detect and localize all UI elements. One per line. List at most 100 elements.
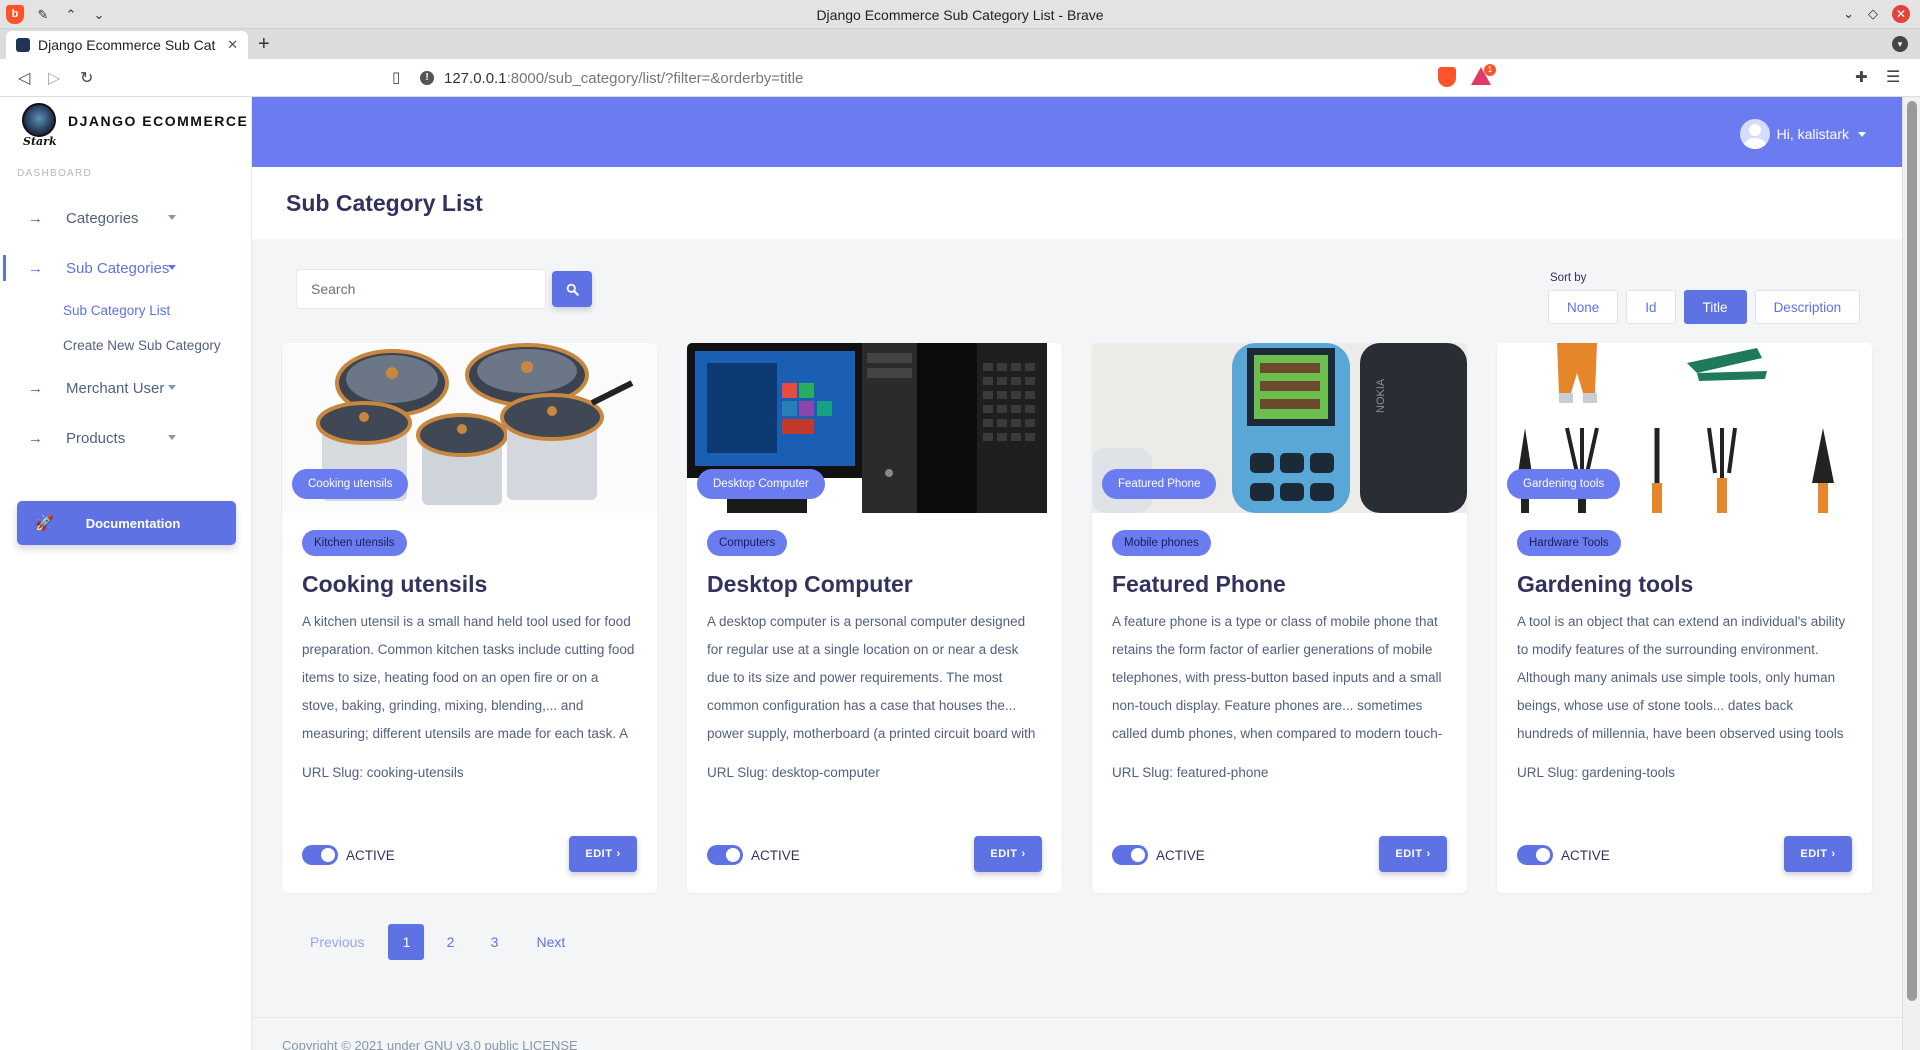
address-bar[interactable]: ! 127.0.0.1:8000/sub_category/list/?filt… <box>420 64 1430 92</box>
status-toggle-group: ACTIVE <box>707 845 800 865</box>
status-toggle-group: ACTIVE <box>302 845 395 865</box>
scrollbar-thumb[interactable] <box>1907 101 1917 1001</box>
sidebar-nav: → Categories → Sub Categories Sub Catego… <box>0 193 252 463</box>
caret-down-icon <box>168 385 176 390</box>
window-close-icon[interactable]: ✕ <box>1892 5 1910 23</box>
chevron-right-icon: › <box>616 848 621 860</box>
avatar <box>1739 119 1770 149</box>
search-button[interactable] <box>552 271 592 307</box>
search-input[interactable] <box>296 269 546 309</box>
documentation-button[interactable]: 🚀 Documentation <box>17 501 236 545</box>
window-title: Django Ecommerce Sub Category List - Bra… <box>816 7 1104 23</box>
pagination-previous[interactable]: Previous <box>294 924 380 960</box>
image-tag: Featured Phone <box>1102 469 1217 499</box>
tab-title: Django Ecommerce Sub Cat <box>38 37 216 53</box>
sidebar-item-categories[interactable]: → Categories <box>0 193 252 243</box>
new-tab-icon[interactable]: + <box>258 33 270 56</box>
page-scrollbar[interactable] <box>1902 97 1920 1050</box>
sort-none-button[interactable]: None <box>1548 290 1619 324</box>
sidebar-subnav: Sub Category List Create New Sub Categor… <box>0 293 252 363</box>
category-badge: Hardware Tools <box>1517 530 1621 556</box>
sidebar-item-label: Sub Categories <box>66 259 170 277</box>
brand-logo-emblem <box>22 103 56 137</box>
url-slug: URL Slug: cooking-utensils <box>302 765 464 780</box>
arrow-right-icon: → <box>28 259 43 277</box>
active-toggle[interactable] <box>302 845 338 865</box>
back-icon[interactable]: ◁ <box>18 68 30 88</box>
window-titlebar: b ✎ ⌃ ⌄ Django Ecommerce Sub Category Li… <box>0 0 1920 29</box>
top-navbar: Hi, kalistark <box>252 97 1902 167</box>
status-label: ACTIVE <box>346 847 395 863</box>
sidebar-item-label: Products <box>66 429 126 447</box>
subnav-item-create-sub-category[interactable]: Create New Sub Category <box>63 328 252 363</box>
titlebar-right-controls: ⌄ ◇ ✕ <box>1843 5 1910 23</box>
card-description: A feature phone is a type or class of mo… <box>1112 614 1443 741</box>
active-toggle[interactable] <box>1517 845 1553 865</box>
edit-button[interactable]: EDIT › <box>1784 836 1852 872</box>
svg-text:NOKIA: NOKIA <box>1375 378 1387 413</box>
card-image: Desktop Computer <box>687 343 1062 513</box>
forward-icon[interactable]: ▷ <box>48 68 60 88</box>
window-restore-icon[interactable]: ◇ <box>1868 6 1878 22</box>
edit-button[interactable]: EDIT › <box>1379 836 1447 872</box>
pagination-page-1[interactable]: 1 <box>388 924 425 960</box>
sidebar-item-sub-categories[interactable]: → Sub Categories <box>0 243 252 293</box>
pagination-page-2[interactable]: 2 <box>432 924 468 960</box>
pagination: Previous 1 2 3 Next <box>294 924 581 960</box>
caret-down-icon <box>168 215 176 220</box>
edit-button[interactable]: EDIT › <box>974 836 1042 872</box>
sort-description-button[interactable]: Description <box>1754 290 1861 324</box>
sidebar-item-merchant-user[interactable]: → Merchant User <box>0 363 252 413</box>
brave-shields-icon[interactable] <box>1438 67 1456 87</box>
sidebar-section-label: DASHBOARD <box>17 168 93 179</box>
site-info-icon[interactable]: ! <box>420 71 434 85</box>
sub-category-card: Desktop Computer Computers Desktop Compu… <box>687 343 1062 893</box>
category-badge: Mobile phones <box>1112 530 1211 556</box>
browser-menu-icon[interactable]: ☰ <box>1886 67 1900 87</box>
status-toggle-group: ACTIVE <box>1112 845 1205 865</box>
url-text[interactable]: 127.0.0.1:8000/sub_category/list/?filter… <box>444 70 803 87</box>
sort-id-button[interactable]: Id <box>1626 290 1676 324</box>
card-title: Desktop Computer <box>707 571 913 597</box>
user-menu[interactable]: Hi, kalistark <box>1739 119 1866 149</box>
sub-category-card: Gardening tools Hardware Tools Gardening… <box>1497 343 1872 893</box>
card-image: Cooking utensils <box>282 343 657 513</box>
arrow-right-icon: → <box>28 379 43 397</box>
card-title: Gardening tools <box>1517 571 1694 597</box>
brand[interactable]: Stark DJANGO ECOMMERCE <box>20 103 248 149</box>
sort-control: Sort by None Id Title Description <box>1548 272 1861 324</box>
reload-icon[interactable]: ↻ <box>80 68 93 88</box>
sidebar-item-label: Merchant User <box>66 379 165 397</box>
chevron-right-icon: › <box>1021 848 1026 860</box>
card-description: A tool is an object that can extend an i… <box>1517 614 1846 741</box>
extensions-icon[interactable]: ✚ <box>1855 68 1868 86</box>
pagination-next[interactable]: Next <box>520 924 581 960</box>
url-path: :8000/sub_category/list/?filter=&orderby… <box>506 69 804 87</box>
sub-category-card: NOKIA Featured Phone Mobile phones Featu… <box>1092 343 1467 893</box>
brand-logo-signature: Stark <box>23 135 57 148</box>
sort-title-button[interactable]: Title <box>1683 290 1747 324</box>
tab-strip: Django Ecommerce Sub Cat ✕ + ▾ <box>0 29 1920 59</box>
window-minimize-icon[interactable]: ⌄ <box>1843 6 1854 22</box>
pagination-page-3[interactable]: 3 <box>476 924 512 960</box>
card-title: Cooking utensils <box>302 571 488 597</box>
caret-down-icon <box>168 265 176 270</box>
card-image: Gardening tools <box>1497 343 1872 513</box>
arrow-right-icon: → <box>28 209 43 227</box>
url-slug: URL Slug: desktop-computer <box>707 765 880 780</box>
browser-tab[interactable]: Django Ecommerce Sub Cat ✕ <box>6 31 248 59</box>
active-toggle[interactable] <box>707 845 743 865</box>
url-slug: URL Slug: featured-phone <box>1112 765 1269 780</box>
tab-favicon-icon <box>16 38 30 52</box>
active-toggle[interactable] <box>1112 845 1148 865</box>
card-description: A desktop computer is a personal compute… <box>707 614 1036 741</box>
tab-list-icon[interactable]: ▾ <box>1892 36 1908 52</box>
status-label: ACTIVE <box>1156 847 1205 863</box>
bookmark-icon[interactable]: ▯ <box>392 68 400 86</box>
subnav-item-sub-category-list[interactable]: Sub Category List <box>63 293 252 328</box>
edit-button[interactable]: EDIT › <box>569 836 637 872</box>
tab-close-icon[interactable]: ✕ <box>227 37 238 53</box>
edit-label: EDIT <box>1395 848 1423 860</box>
sidebar-item-products[interactable]: → Products <box>0 413 252 463</box>
arrow-right-icon: → <box>28 429 43 447</box>
